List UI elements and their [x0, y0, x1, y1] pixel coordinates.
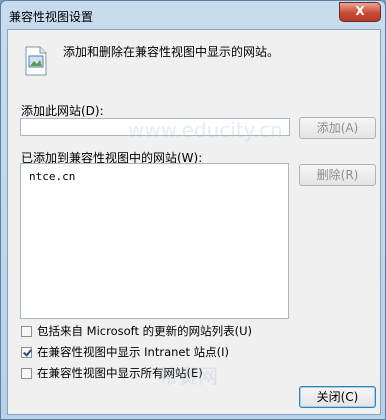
option-microsoft-list-label: 包括来自 Microsoft 的更新的网站列表(U) — [37, 324, 253, 338]
option-all-sites-label: 在兼容性视图中显示所有网站(E) — [37, 366, 203, 380]
option-intranet[interactable]: 在兼容性视图中显示 Intranet 站点(I) — [21, 344, 229, 360]
close-button[interactable]: 关闭(C) — [299, 386, 376, 408]
add-button[interactable]: 添加(A) — [299, 117, 376, 139]
window-close-button[interactable]: X — [339, 2, 381, 22]
checkbox-intranet[interactable] — [21, 346, 32, 358]
title-bar: 兼容性视图设置 X — [1, 1, 385, 29]
dialog-client: 添加和删除在兼容性视图中显示的网站。 添加此网站(D): 添加(A) 已添加到兼… — [7, 29, 381, 415]
checkbox-all-sites[interactable] — [21, 367, 32, 379]
checkbox-microsoft-list[interactable] — [21, 325, 32, 337]
option-intranet-label: 在兼容性视图中显示 Intranet 站点(I) — [37, 345, 230, 359]
info-text: 添加和删除在兼容性视图中显示的网站。 — [63, 45, 280, 59]
window-title: 兼容性视图设置 — [9, 10, 94, 24]
remove-button[interactable]: 删除(R) — [299, 164, 376, 186]
option-all-sites[interactable]: 在兼容性视图中显示所有网站(E) — [21, 365, 203, 381]
add-site-label: 添加此网站(D): — [21, 104, 104, 118]
list-item[interactable]: ntce.cn — [29, 170, 75, 183]
compat-view-dialog: 兼容性视图设置 X 添加和删除在兼容性视图中显示的网站。 添加此网站(D): 添… — [0, 0, 386, 420]
site-listbox[interactable]: ntce.cn — [20, 163, 289, 319]
website-page-icon — [25, 46, 47, 76]
option-microsoft-list[interactable]: 包括来自 Microsoft 的更新的网站列表(U) — [21, 323, 252, 339]
add-site-input[interactable] — [20, 118, 290, 136]
